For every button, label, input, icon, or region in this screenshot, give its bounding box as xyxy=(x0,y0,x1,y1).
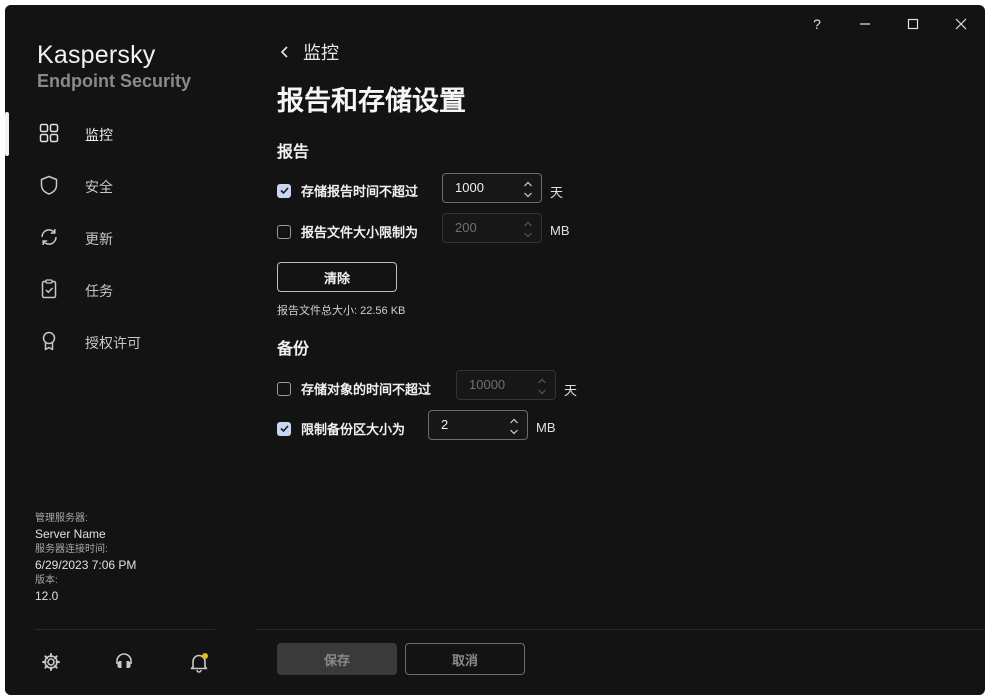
sidebar-item-label: 监控 xyxy=(85,127,113,143)
section-title-reports: 报告 xyxy=(277,144,310,161)
dashboard-icon xyxy=(39,123,59,143)
server-label: 管理服务器: xyxy=(35,513,88,524)
backup-limit-label: 限制备份区大小为 xyxy=(301,422,406,437)
report-size-unit: MB xyxy=(550,223,570,238)
report-size-checkbox[interactable] xyxy=(277,224,291,239)
backup-store-unit: 天 xyxy=(564,383,578,398)
notification-bell-icon[interactable] xyxy=(188,651,210,673)
clipboard-icon xyxy=(41,279,57,299)
server-value: Server Name xyxy=(35,527,106,541)
brand-name: Kaspersky xyxy=(37,41,156,69)
inactive-indicator xyxy=(5,320,9,364)
version-value: 12.0 xyxy=(35,589,59,603)
checkmark-icon xyxy=(279,425,289,433)
page-title: 报告和存储设置 xyxy=(277,86,466,116)
shield-icon xyxy=(40,175,58,195)
gear-icon[interactable] xyxy=(40,651,62,673)
backup-store-label: 存储对象的时间不超过 xyxy=(301,382,432,397)
chevron-down-icon[interactable] xyxy=(509,428,519,436)
clear-reports-button[interactable]: 清除 xyxy=(277,262,397,292)
report-store-label: 存储报告时间不超过 xyxy=(301,184,419,199)
sidebar-item-label: 授权许可 xyxy=(85,335,141,351)
report-size-row: 报告文件大小限制为 xyxy=(277,222,418,241)
sidebar-item-tasks[interactable]: 任务 xyxy=(5,264,255,316)
sidebar-item-license[interactable]: 授权许可 xyxy=(5,316,255,368)
sidebar: Kaspersky Endpoint Security 监控 安全 更新 任务 … xyxy=(5,5,255,695)
chevron-left-icon xyxy=(280,46,288,58)
stepper-value: 1000 xyxy=(455,180,484,195)
sidebar-item-security[interactable]: 安全 xyxy=(5,160,255,212)
report-size-stepper[interactable]: 200 xyxy=(442,213,542,243)
inactive-indicator xyxy=(5,216,9,260)
active-indicator xyxy=(5,112,9,156)
chevron-up-icon[interactable] xyxy=(537,377,547,385)
sidebar-item-update[interactable]: 更新 xyxy=(5,212,255,264)
sidebar-divider xyxy=(35,629,215,630)
backup-store-stepper[interactable]: 10000 xyxy=(456,370,556,400)
stepper-value: 10000 xyxy=(469,377,506,392)
chevron-down-icon[interactable] xyxy=(523,231,533,239)
save-button[interactable]: 保存 xyxy=(277,643,397,675)
stepper-value: 2 xyxy=(441,417,449,432)
breadcrumb-label: 监控 xyxy=(303,43,339,63)
chevron-up-icon[interactable] xyxy=(523,180,533,188)
breadcrumb-back[interactable]: 监控 xyxy=(277,39,339,65)
report-store-checkbox[interactable] xyxy=(277,183,291,198)
refresh-icon xyxy=(41,229,57,245)
chevron-down-icon[interactable] xyxy=(537,388,547,396)
sidebar-bottom-icons xyxy=(5,640,255,680)
report-total-size: 报告文件总大小: 22.56 KB xyxy=(277,305,406,317)
backup-limit-row: 限制备份区大小为 xyxy=(277,419,405,438)
app-window: ? Kaspersky Endpoint Security 监控 安全 更新 任… xyxy=(5,5,985,695)
main-content: 监控 报告和存储设置 报告 存储报告时间不超过 1000 天 报告文件大小限制为… xyxy=(255,5,985,695)
report-size-label: 报告文件大小限制为 xyxy=(301,225,419,240)
support-icon[interactable] xyxy=(113,651,135,673)
backup-limit-stepper[interactable]: 2 xyxy=(428,410,528,440)
backup-limit-unit: MB xyxy=(536,420,556,435)
brand: Kaspersky Endpoint Security xyxy=(37,41,191,92)
sidebar-item-label: 更新 xyxy=(85,231,113,247)
checkmark-icon xyxy=(279,187,289,195)
section-title-backup: 备份 xyxy=(277,341,310,358)
server-info: 管理服务器: Server Name 服务器连接时间: 6/29/2023 7:… xyxy=(35,512,136,605)
stepper-value: 200 xyxy=(455,220,477,235)
sidebar-item-label: 安全 xyxy=(85,179,113,195)
footer-divider xyxy=(255,629,985,630)
cancel-button[interactable]: 取消 xyxy=(405,643,525,675)
chevron-up-icon[interactable] xyxy=(523,220,533,228)
connect-time-value: 6/29/2023 7:06 PM xyxy=(35,558,137,572)
backup-store-row: 存储对象的时间不超过 xyxy=(277,379,431,398)
connect-time-label: 服务器连接时间: xyxy=(35,544,108,555)
report-store-stepper[interactable]: 1000 xyxy=(442,173,542,203)
version-label: 版本: xyxy=(35,575,58,586)
sidebar-nav: 监控 安全 更新 任务 授权许可 xyxy=(5,108,255,368)
brand-product: Endpoint Security xyxy=(37,71,192,91)
sidebar-item-label: 任务 xyxy=(85,283,113,299)
license-icon xyxy=(42,331,56,351)
chevron-up-icon[interactable] xyxy=(509,417,519,425)
inactive-indicator xyxy=(5,268,9,312)
inactive-indicator xyxy=(5,164,9,208)
backup-limit-checkbox[interactable] xyxy=(277,421,291,436)
report-store-row: 存储报告时间不超过 xyxy=(277,181,418,200)
backup-store-checkbox[interactable] xyxy=(277,381,291,396)
sidebar-item-monitoring[interactable]: 监控 xyxy=(5,108,255,160)
chevron-down-icon[interactable] xyxy=(523,191,533,199)
report-store-unit: 天 xyxy=(550,185,564,200)
